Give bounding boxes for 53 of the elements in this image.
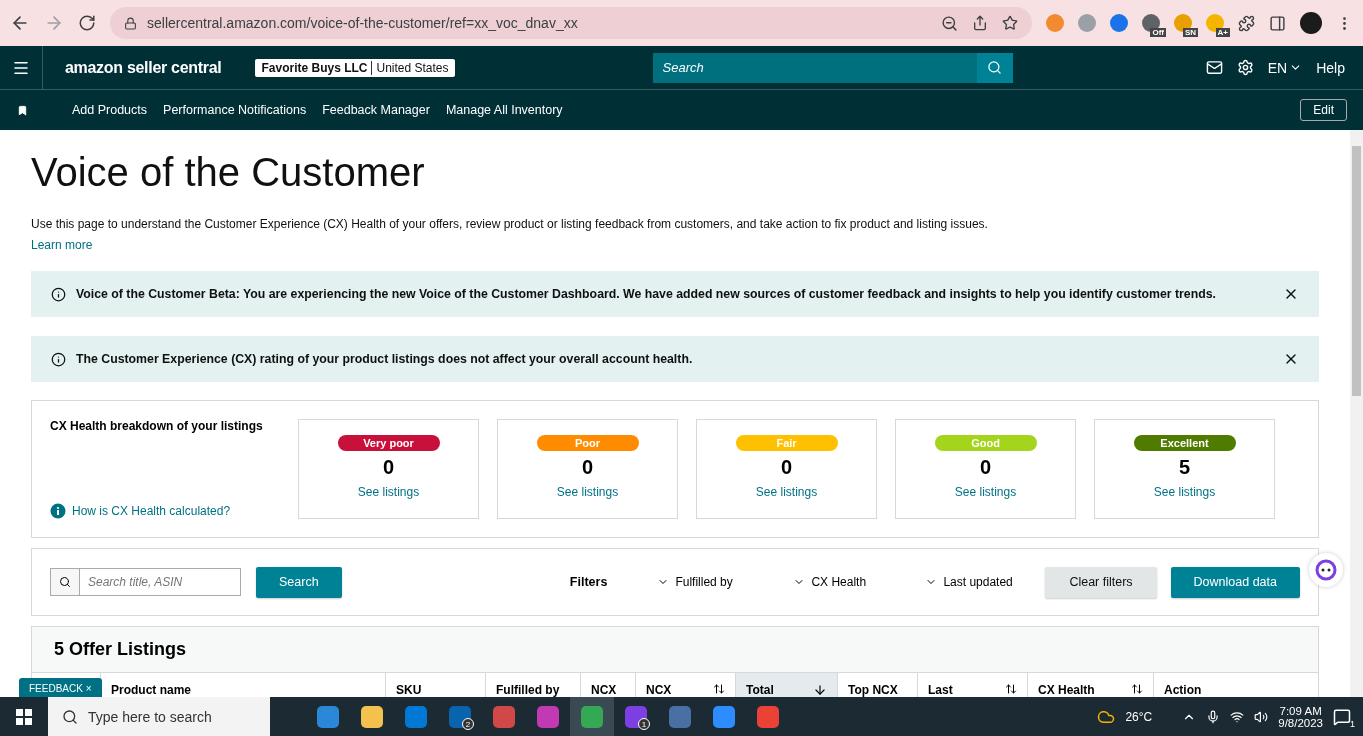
column-header[interactable]: Total xyxy=(735,673,837,697)
weather-text: 26°C xyxy=(1125,709,1153,724)
filters-label: Filters xyxy=(569,575,608,589)
app-badge: 2 xyxy=(462,718,474,730)
listings-title: 5 Offer Listings xyxy=(32,627,1318,673)
help-link[interactable]: How is CX Health calculated? xyxy=(72,504,231,518)
see-listings-link[interactable]: See listings xyxy=(954,485,1017,499)
nav-link[interactable]: Performance Notifications xyxy=(163,103,307,117)
listing-count: 0 xyxy=(581,456,594,479)
filter-dropdown[interactable]: Fulfilled by xyxy=(657,575,794,589)
alert-text: The Customer Experience (CX) rating of your product listings does not affect your overall account health. xyxy=(76,352,694,366)
nav-link[interactable]: Add Products xyxy=(72,103,148,117)
filter-dropdown[interactable]: CX Health xyxy=(793,575,926,589)
search-field[interactable]: Search title, ASIN xyxy=(80,568,241,596)
breakdown-title: CX Health breakdown of your listings xyxy=(50,419,264,433)
see-listings-link[interactable]: See listings xyxy=(556,485,619,499)
health-badge: Excellent xyxy=(1133,435,1236,451)
see-listings-link[interactable]: See listings xyxy=(357,485,420,499)
page-title: Voice of the Customer xyxy=(31,150,426,195)
logo: amazon seller central xyxy=(42,45,238,90)
app-badge: 1 xyxy=(638,718,650,730)
clock[interactable]: 7:09 AM 9/8/2023 xyxy=(1278,704,1323,729)
see-listings-link[interactable]: See listings xyxy=(755,485,818,499)
health-badge: Fair xyxy=(735,435,838,451)
page-description: Use this page to understand the Customer Experience (CX) Health of your offers, review product or listing feedback from customers, and take action to fix product and listing issues. xyxy=(31,217,989,231)
alert-text: Voice of the Customer Beta: You are experiencing the new Voice of the Customer Dashboard. We have added new sources of customer feedback and insights to help you identify customer trends. xyxy=(76,287,1217,301)
language-menu[interactable]: EN xyxy=(1267,59,1303,76)
learn-more-link[interactable]: Learn more xyxy=(31,238,93,252)
listing-count: 0 xyxy=(979,456,992,479)
help-link[interactable]: Help xyxy=(1316,59,1345,76)
edit-button[interactable]: Edit xyxy=(1300,99,1347,121)
search-field[interactable]: Search xyxy=(652,52,977,83)
clear-filters-button[interactable]: Clear filters xyxy=(1045,566,1157,598)
extension-badge: Off xyxy=(1150,28,1166,37)
nav-link[interactable]: Feedback Manager xyxy=(322,103,430,117)
filter-dropdown[interactable]: Last updated xyxy=(925,575,1046,589)
listing-count: 0 xyxy=(780,456,793,479)
nav-link[interactable]: Manage All Inventory xyxy=(445,103,563,117)
listing-count: 5 xyxy=(1178,456,1191,479)
see-listings-link[interactable]: See listings xyxy=(1153,485,1216,499)
extension-badge: A+ xyxy=(1215,28,1230,37)
health-badge: Good xyxy=(934,435,1037,451)
listing-count: 0 xyxy=(382,456,395,479)
feedback-button[interactable]: FEEDBACK × xyxy=(19,678,102,697)
taskbar-search[interactable]: Type here to search xyxy=(48,697,270,736)
account-switcher[interactable]: Favorite Buys LLC United States xyxy=(255,58,455,77)
search-button[interactable]: Search xyxy=(256,566,342,598)
health-badge: Very poor xyxy=(337,435,440,451)
download-button[interactable]: Download data xyxy=(1170,566,1300,598)
address-bar[interactable]: sellercentral.amazon.com/voice-of-the-customer/ref=xx_voc_dnav_xx xyxy=(110,7,1032,39)
extension-badge: SN xyxy=(1182,28,1198,37)
url-text: sellercentral.amazon.com/voice-of-the-customer/ref=xx_voc_dnav_xx xyxy=(147,15,578,31)
health-badge: Poor xyxy=(536,435,639,451)
